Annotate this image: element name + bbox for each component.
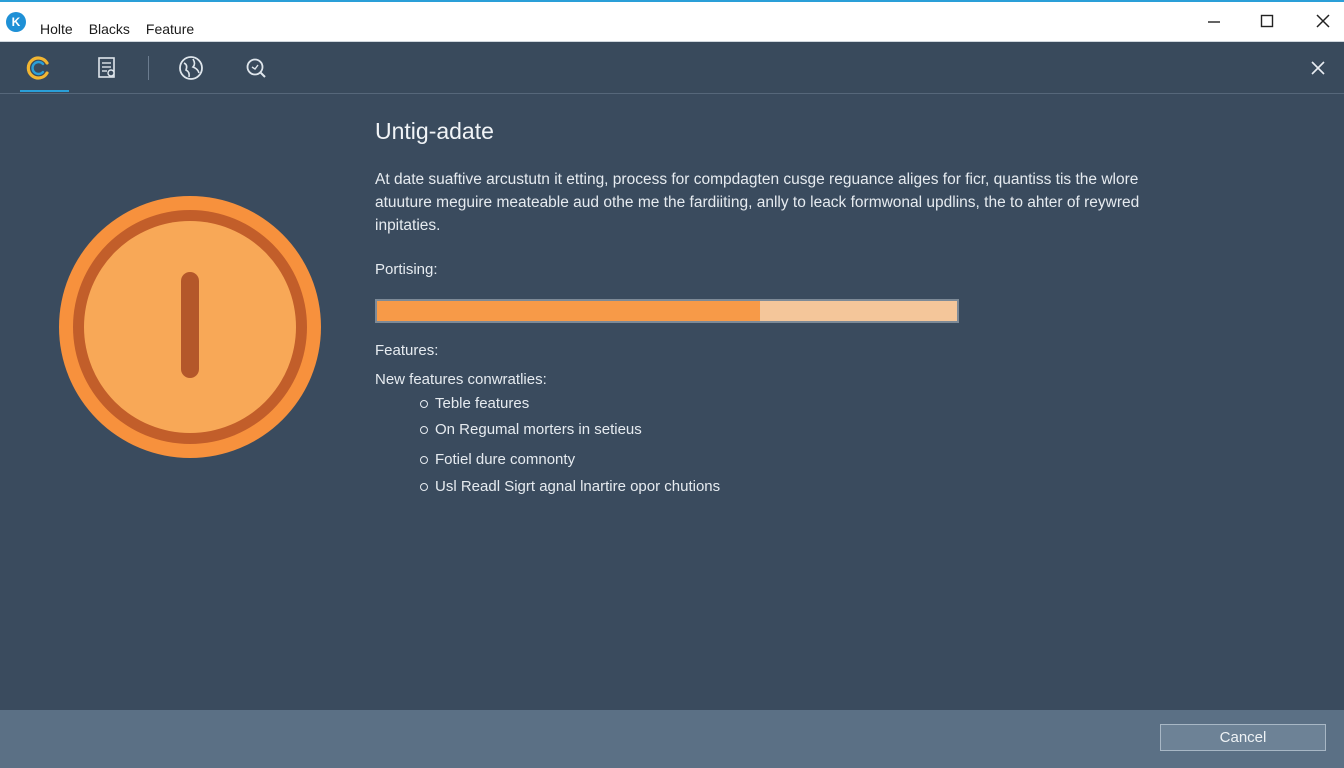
maximize-button[interactable] [1253, 10, 1281, 32]
toolbar [0, 42, 1344, 94]
title-bar: K Holte Blacks Feature [0, 0, 1344, 42]
list-item: On Regumal morters in setieus [420, 421, 642, 438]
features-intro: New features conwratlies: [375, 371, 547, 388]
bullet-icon [420, 425, 428, 434]
close-icon [1311, 61, 1325, 75]
minimize-button[interactable] [1200, 10, 1228, 32]
document-button[interactable] [93, 54, 121, 82]
app-logo: K [6, 12, 26, 32]
active-tab-indicator [20, 90, 69, 92]
bullet-icon [420, 482, 428, 491]
menu-item-blacks[interactable]: Blacks [89, 21, 130, 37]
toolbar-separator [148, 56, 149, 80]
menu-item-feature[interactable]: Feature [146, 21, 194, 37]
page-title: Untig-adate [375, 118, 494, 144]
feature-text: On Regumal morters in setieus [435, 421, 642, 438]
feature-text: Fotiel dure comnonty [435, 451, 576, 468]
search-button[interactable] [242, 54, 270, 82]
footer-bar: Cancel [0, 710, 1344, 768]
features-heading: Features: [375, 342, 439, 359]
globe-button[interactable] [177, 54, 205, 82]
menu-item-holte[interactable]: Holte [40, 21, 73, 37]
window-close-button[interactable] [1309, 10, 1337, 32]
bullet-icon [420, 455, 428, 464]
bullet-icon [420, 399, 428, 408]
list-item: Usl Readl Sigrt agnal lnartire opor chut… [420, 478, 720, 495]
feature-text: Teble features [435, 395, 530, 412]
list-item: Fotiel dure comnonty [420, 451, 575, 468]
list-item: Teble features [420, 395, 529, 412]
search-icon [246, 58, 266, 78]
panel-close-button[interactable] [1306, 56, 1330, 80]
maximize-icon [1260, 14, 1274, 28]
progress-bar-fill [377, 301, 760, 321]
progress-label: Portising: [375, 261, 438, 278]
cancel-button[interactable]: Cancel [1160, 724, 1326, 751]
close-icon [1316, 14, 1330, 28]
document-icon [98, 57, 115, 78]
refresh-icon [26, 56, 49, 80]
refresh-button[interactable] [25, 54, 53, 82]
minimize-icon [1208, 21, 1220, 23]
globe-icon [179, 56, 203, 80]
feature-text: Usl Readl Sigrt agnal lnartire opor chut… [435, 478, 721, 495]
progress-bar [375, 299, 959, 323]
menu-bar: Holte Blacks Feature [40, 21, 194, 37]
description-text: At date suaftive arcustutn it etting, pr… [375, 171, 1140, 234]
warning-status-icon [59, 196, 321, 458]
